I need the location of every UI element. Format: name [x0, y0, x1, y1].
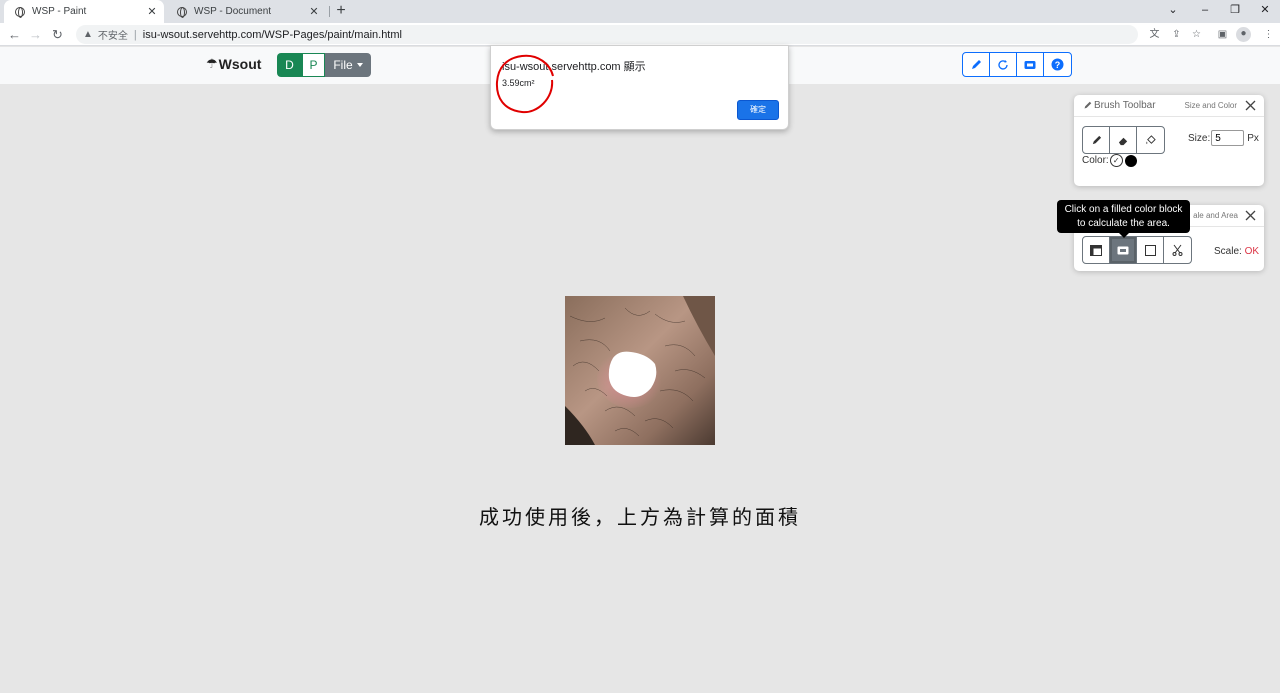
scale-ok-text: OK — [1244, 246, 1260, 257]
help-icon: ? — [1051, 58, 1064, 71]
tab-wsp-paint[interactable]: WSP - Paint ✕ — [4, 0, 164, 23]
select-rect-button[interactable] — [1137, 237, 1164, 263]
color-picker-check-icon[interactable]: ✓ — [1109, 154, 1123, 167]
calculate-area-button[interactable] — [1110, 237, 1137, 263]
profile-avatar-icon[interactable]: ● — [1236, 27, 1251, 42]
refresh-icon — [998, 59, 1008, 70]
brush-panel-title-text: Brush Toolbar — [1094, 100, 1156, 111]
restore-button[interactable]: ❐ — [1220, 0, 1250, 23]
scissors-icon — [1172, 244, 1183, 256]
minimize-button[interactable]: – — [1190, 0, 1220, 23]
brand-logo[interactable]: ☂ Wsout — [206, 56, 261, 72]
scale-status: Scale: OK — [1214, 246, 1259, 257]
translate-icon[interactable]: 文 — [1148, 28, 1161, 41]
new-tab-button[interactable]: + — [332, 2, 350, 20]
brush-toolbar-panel: Brush Toolbar Size and Color Size: Px Co… — [1074, 95, 1264, 186]
close-icon[interactable] — [1244, 99, 1257, 112]
globe-icon — [15, 6, 25, 18]
omnibox[interactable]: ▲ 不安全 | isu-wsout.servehttp.com/WSP-Page… — [76, 25, 1138, 44]
ruler-scale-button[interactable] — [1083, 237, 1110, 263]
file-menu-button[interactable]: File — [325, 53, 371, 77]
tooltip-arrow — [1119, 233, 1129, 238]
wound-photo-canvas[interactable] — [565, 296, 715, 445]
area-tool-group — [1082, 236, 1192, 264]
share-icon[interactable]: ⇪ — [1170, 28, 1183, 41]
pen-tool-button[interactable] — [1083, 127, 1110, 153]
tab-separator — [329, 6, 330, 17]
brush-size-input[interactable] — [1211, 130, 1245, 146]
scale-label: Scale: — [1214, 246, 1242, 257]
area-panel-subtitle: ale and Area — [1193, 211, 1238, 220]
back-icon[interactable]: ← — [6, 26, 23, 43]
url-text[interactable]: isu-wsout.servehttp.com/WSP-Pages/paint/… — [143, 29, 402, 41]
globe-icon — [177, 6, 187, 18]
calculate-area-tooltip: Click on a filled color block to calcula… — [1057, 200, 1190, 233]
svg-text:?: ? — [1055, 60, 1061, 70]
size-label: Size: — [1188, 132, 1211, 144]
tab-title: WSP - Document — [194, 6, 272, 17]
brand-name: Wsout — [218, 56, 262, 72]
brush-panel-header[interactable]: Brush Toolbar Size and Color — [1074, 95, 1264, 117]
umbrella-icon: ☂ — [206, 56, 218, 71]
tab-close-icon[interactable]: ✕ — [145, 5, 159, 18]
warning-icon[interactable]: ▲ — [83, 29, 93, 40]
color-control: Color: ✓ — [1082, 154, 1137, 167]
side-panel-icon[interactable]: ▣ — [1216, 28, 1229, 41]
tooltip-line-1: Click on a filled color block — [1064, 204, 1183, 215]
area-result-message: 3.59cm² — [502, 78, 535, 88]
refresh-button[interactable] — [990, 53, 1017, 76]
mode-p-button[interactable]: P — [302, 53, 325, 77]
area-tool-button[interactable] — [1017, 53, 1044, 76]
dialog-title: isu-wsout.servehttp.com 顯示 — [502, 61, 646, 73]
ruler-icon — [1090, 244, 1102, 256]
eraser-tool-button[interactable] — [1110, 127, 1137, 153]
size-control: Size: Px — [1188, 130, 1259, 146]
paint-bucket-icon — [1146, 134, 1156, 144]
color-label: Color: — [1082, 155, 1109, 166]
reload-icon[interactable]: ↻ — [49, 26, 66, 43]
file-menu-label: File — [333, 58, 353, 72]
brush-panel-title: Brush Toolbar — [1083, 100, 1156, 111]
omnibox-divider: | — [133, 28, 137, 41]
menu-kebab-icon[interactable]: ⋮ — [1262, 28, 1275, 41]
cut-button[interactable] — [1164, 237, 1191, 263]
bookmark-star-icon[interactable]: ☆ — [1190, 28, 1203, 41]
square-icon — [1144, 244, 1156, 256]
brush-panel-subtitle: Size and Color — [1184, 101, 1237, 110]
tab-wsp-document[interactable]: WSP - Document ✕ — [166, 0, 326, 23]
help-button[interactable]: ? — [1044, 53, 1071, 76]
alert-dialog: isu-wsout.servehttp.com 顯示 3.59cm² 確定 — [490, 45, 789, 130]
caption-text: 成功使用後，上方為計算的面積 — [479, 505, 801, 529]
area-icon — [1024, 60, 1036, 69]
eraser-icon — [1118, 137, 1127, 145]
browser-tab-bar: WSP - Paint ✕ WSP - Document ✕ + ⌄ – ❐ ✕ — [0, 0, 1280, 23]
pen-icon — [1092, 135, 1101, 144]
close-window-button[interactable]: ✕ — [1250, 0, 1280, 23]
area-icon — [1117, 246, 1129, 254]
mode-d-button[interactable]: D — [277, 53, 302, 77]
current-color-swatch[interactable] — [1124, 154, 1137, 167]
address-bar: ← → ↻ ▲ 不安全 | isu-wsout.servehttp.com/WS… — [0, 23, 1280, 46]
close-icon[interactable] — [1244, 209, 1257, 222]
security-label[interactable]: 不安全 — [98, 27, 128, 42]
tab-search-icon[interactable]: ⌄ — [1158, 0, 1188, 23]
tab-close-icon[interactable]: ✕ — [307, 5, 321, 18]
main-toolbar: ? — [962, 52, 1072, 77]
brush-tool-button[interactable] — [963, 53, 990, 76]
fill-tool-button[interactable] — [1137, 127, 1164, 153]
forward-icon[interactable]: → — [27, 26, 44, 43]
dialog-ok-button[interactable]: 確定 — [737, 100, 779, 120]
tab-title: WSP - Paint — [32, 6, 87, 17]
brush-tool-group — [1082, 126, 1165, 154]
pencil-icon — [972, 59, 981, 69]
size-unit: Px — [1247, 132, 1259, 144]
pencil-icon — [1084, 101, 1092, 109]
tooltip-line-2: to calculate the area. — [1077, 218, 1170, 229]
caret-down-icon — [356, 63, 363, 67]
